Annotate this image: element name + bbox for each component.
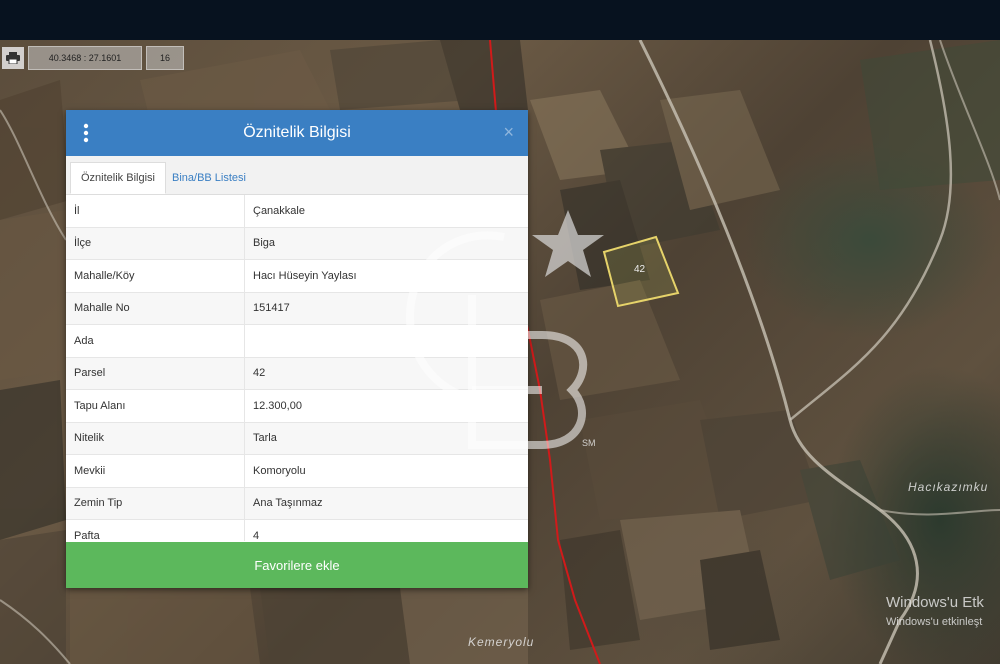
attribute-key: Ada [66,325,245,357]
attribute-value: 12.300,00 [253,399,302,412]
attribute-value: Ana Taşınmaz [253,497,323,510]
attribute-value: 151417 [253,302,290,315]
vertical-dots-icon[interactable] [82,122,90,144]
table-row: İlçe Biga [66,227,528,260]
tab-building-list[interactable]: Bina/BB Listesi [162,162,256,194]
attribute-key: Mahalle/Köy [66,260,245,292]
zoom-level-display: 16 [146,46,184,70]
map-label-kemeryolu: Kemeryolu [468,635,535,649]
attribute-key: Parsel [66,357,245,389]
attribute-table: İl Çanakkale İlçe Biga Mahalle/Köy Hacı Hüs… [66,195,528,541]
attribute-key: İlçe [66,227,245,259]
table-row: Tapu Alanı 12.300,00 [66,390,528,423]
table-row: Mahalle/Köy Hacı Hüseyin Yaylası [66,260,528,293]
attribute-key: Tapu Alanı [66,390,245,422]
map-toolbar: 40.3468 : 27.1601 16 [0,46,184,70]
attribute-value: Biga [253,237,276,250]
table-row: Mevkii Komoryolu [66,455,528,488]
map-label-hacikazimku: Hacıkazımku [908,480,989,494]
table-row: Pafta 4 [66,520,528,541]
table-row: Mahalle No 151417 [66,292,528,325]
attribute-value: Hacı Hüseyin Yaylası [253,269,357,282]
attribute-value: Çanakkale [253,204,305,217]
attribute-key: Zemin Tip [66,487,245,519]
windows-activation-subtitle: Windows'u etkinleşt [886,616,983,628]
panel-tabs: Öznitelik Bilgisi Bina/BB Listesi [66,156,528,195]
add-to-favorites-button[interactable]: Favorilere ekle [66,542,528,588]
attribute-value [245,325,528,357]
attribute-key: Pafta [66,520,245,541]
printer-icon[interactable] [2,47,24,69]
parcel-number-label: 42 [634,264,646,275]
attribute-key: İl [66,195,245,227]
table-row: Parsel 42 [66,357,528,390]
attribute-value: Komoryolu [253,464,306,477]
table-row: Nitelik Tarla [66,422,528,455]
attribute-value: 4 [253,529,260,541]
tab-attribute-info[interactable]: Öznitelik Bilgisi [70,162,166,194]
attribute-info-panel: Öznitelik Bilgisi × Öznitelik Bilgisi Bi… [66,110,528,588]
table-row: Ada [66,325,528,358]
map-label-sm: SM [582,438,596,448]
panel-title: Öznitelik Bilgisi [243,124,351,141]
panel-header: Öznitelik Bilgisi × [66,110,528,156]
attribute-key: Nitelik [66,422,245,454]
table-row: Zemin Tip Ana Taşınmaz [66,487,528,520]
attribute-value: Tarla [253,432,277,445]
table-row: İl Çanakkale [66,195,528,228]
coordinates-display: 40.3468 : 27.1601 [28,46,142,70]
attribute-key: Mahalle No [66,292,245,324]
attribute-key: Mevkii [66,455,245,487]
attribute-value: 42 [253,367,266,380]
windows-activation-title: Windows'u Etk [886,594,984,611]
top-bar [0,0,1000,40]
close-icon[interactable]: × [503,122,514,142]
